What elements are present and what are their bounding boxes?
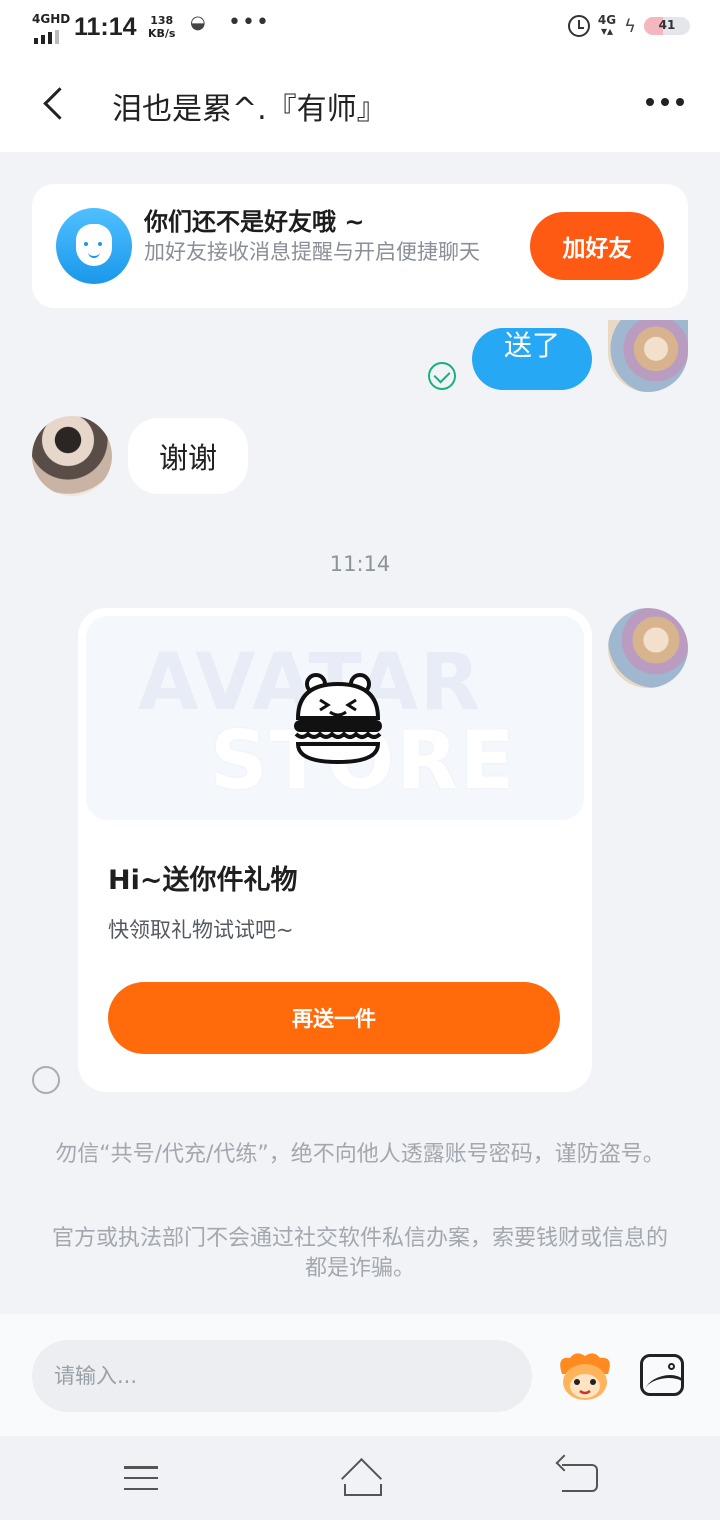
banner-subtitle: 加好友接收消息提醒与开启便捷聊天 [144, 240, 480, 264]
battery-percent: 41 [658, 18, 676, 32]
signal-icon: 4GHD [32, 12, 71, 44]
message-timestamp: 11:14 [329, 552, 391, 576]
more-icon[interactable] [646, 98, 684, 106]
banner-title: 你们还不是好友哦 ~ [144, 208, 365, 236]
status-more-icon: ••• [228, 10, 270, 35]
chat-title: 泪也是累^.『有师』 [112, 92, 387, 127]
friend-banner: 你们还不是好友哦 ~ 加好友接收消息提醒与开启便捷聊天 加好友 [32, 184, 688, 308]
sync-icon: ◒ [190, 12, 206, 33]
network-speed: 138 KB/s [148, 14, 175, 40]
chat-header: 泪也是累^.『有师』 [0, 56, 720, 152]
nav-menu-icon[interactable] [124, 1466, 158, 1490]
sent-message-text: 送了 [503, 329, 560, 362]
battery-icon: 41 [644, 17, 690, 35]
security-warning-2: 官方或执法部门不会通过社交软件私信办案，索要钱财或信息的都是诈骗。 [51, 1226, 668, 1281]
gift-title: Hi~送你件礼物 [108, 865, 298, 896]
network-type: 4GHD [32, 12, 71, 26]
input-bar [0, 1314, 720, 1436]
emoji-icon[interactable] [556, 1352, 614, 1402]
status-time: 11:14 [74, 13, 137, 41]
peer-avatar[interactable] [32, 416, 112, 496]
received-message-text: 谢谢 [158, 441, 217, 475]
my-avatar-gift[interactable] [608, 608, 688, 688]
status-bar: 4GHD 11:14 138 KB/s ◒ ••• 4G ▾▴ ϟ 41 [0, 0, 720, 56]
speed-value: 138 [150, 14, 174, 27]
nav-back-icon[interactable] [562, 1464, 598, 1492]
burger-icon [294, 673, 382, 765]
status-right: 4G ▾▴ ϟ 41 [567, 13, 690, 38]
security-warning-1: 勿信“共号/代充/代练”，绝不向他人透露账号密码，谨防盗号。 [55, 1142, 665, 1167]
resend-gift-button[interactable]: 再送一件 [108, 982, 560, 1054]
read-check-icon [428, 362, 456, 390]
charging-icon: ϟ [624, 15, 636, 37]
message-list[interactable]: 送了 谢谢 11:14 AVATAR STORE Hi~送你件礼物 快领取礼物试… [0, 308, 720, 1314]
speed-unit: KB/s [148, 27, 176, 40]
back-arrow-icon[interactable] [40, 86, 70, 122]
select-radio[interactable] [32, 1066, 60, 1094]
gift-banner: AVATAR STORE [86, 616, 584, 820]
add-friend-button[interactable]: 加好友 [530, 212, 664, 280]
wave-hand-icon [56, 208, 132, 284]
nav-home-icon[interactable] [338, 1460, 384, 1496]
gift-subtitle: 快领取礼物试试吧~ [108, 918, 294, 942]
image-icon[interactable] [640, 1354, 684, 1396]
alarm-icon [567, 15, 590, 37]
cell-icon: 4G ▾▴ [597, 13, 617, 38]
sent-message-bubble[interactable]: 送了 [472, 328, 592, 390]
gift-card[interactable]: AVATAR STORE Hi~送你件礼物 快领取礼物试试吧~ 再送一件 [78, 608, 592, 1092]
my-avatar[interactable] [608, 320, 688, 392]
system-nav-bar [0, 1436, 720, 1520]
message-input[interactable] [32, 1340, 532, 1412]
received-message-bubble[interactable]: 谢谢 [128, 418, 248, 494]
